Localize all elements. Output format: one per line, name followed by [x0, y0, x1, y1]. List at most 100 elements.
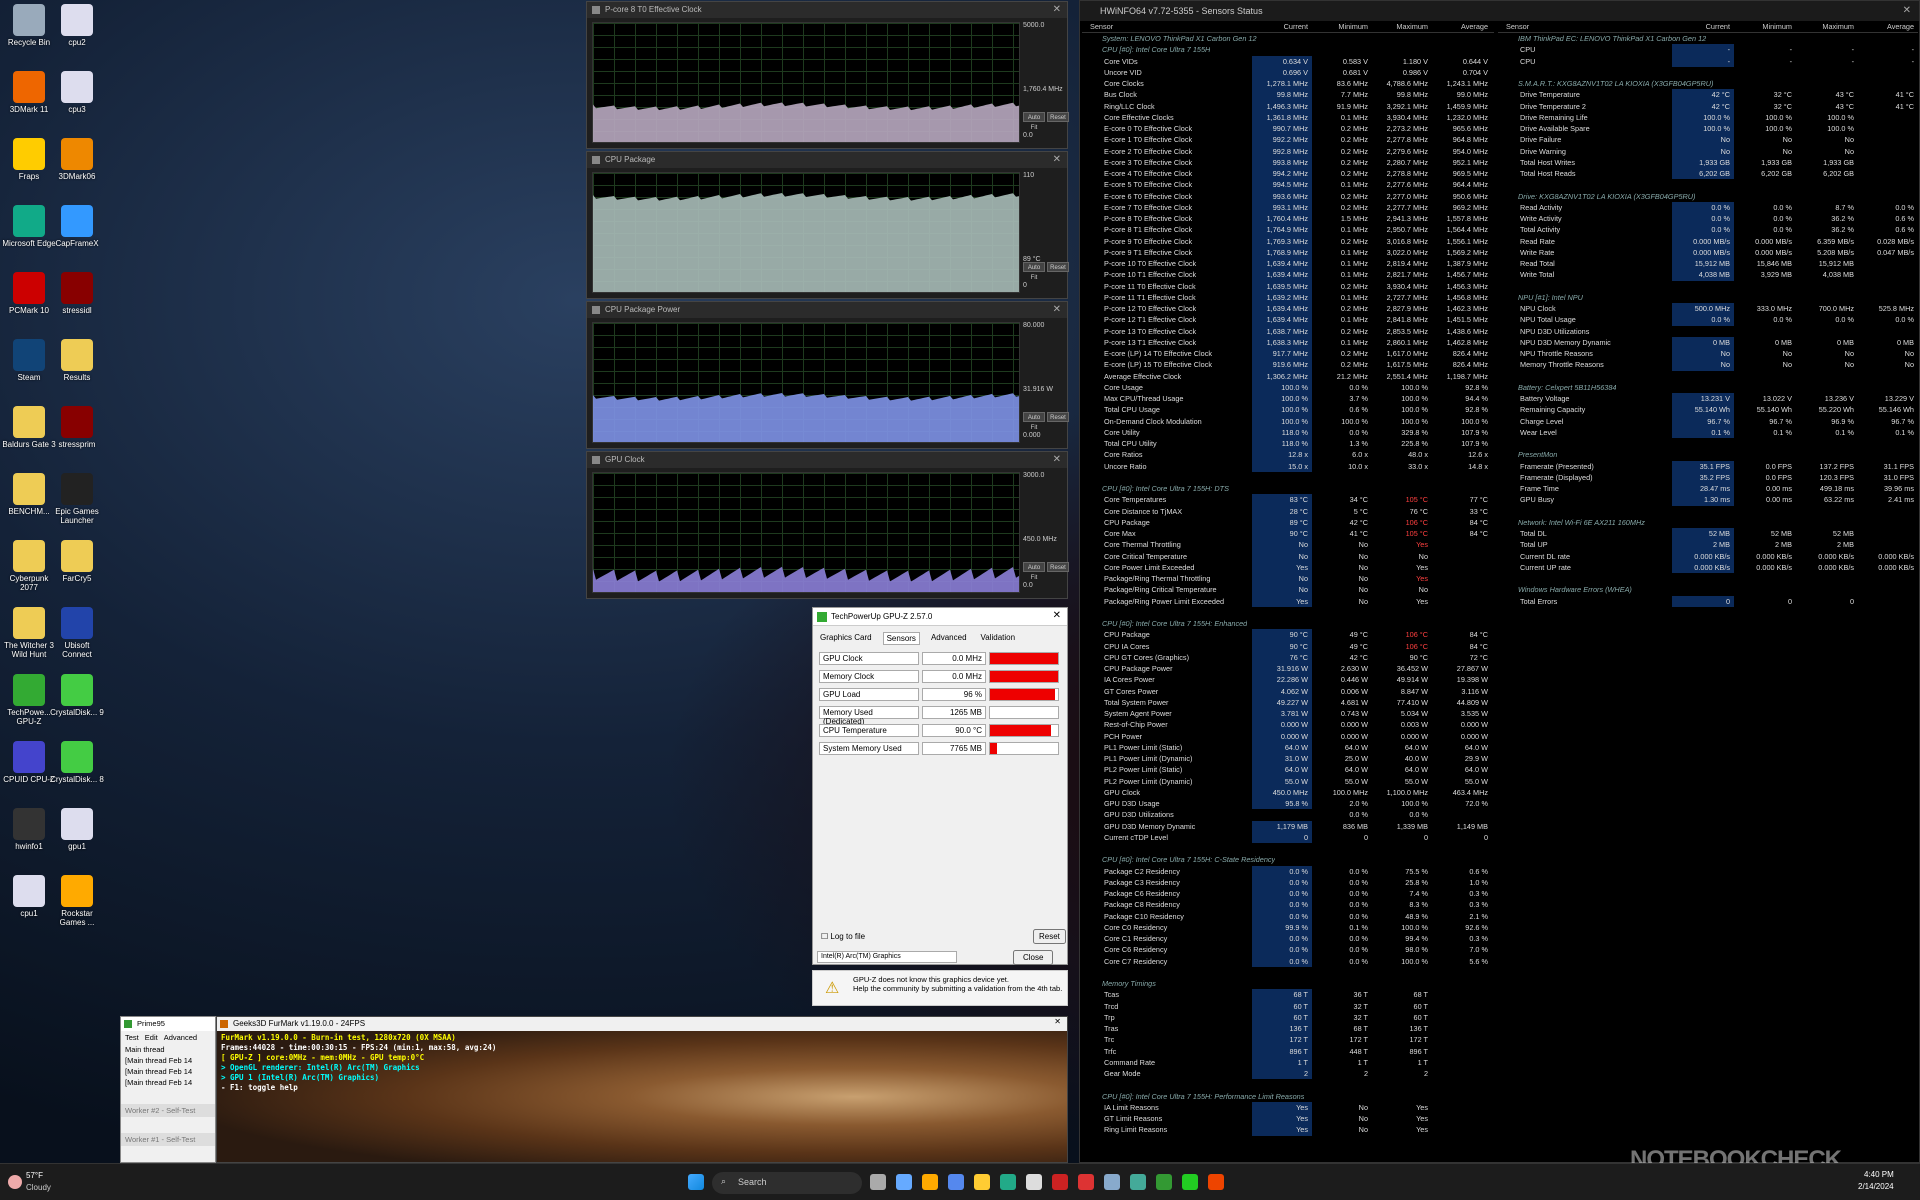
sensor-row[interactable]: Core Ratios 12.8 x 6.0 x 48.0 x 12.6 x — [1082, 449, 1494, 461]
sensor-row[interactable]: Package C2 Residency 0.0 % 0.0 % 75.5 % 0.6 … — [1082, 865, 1494, 877]
tab-sensors[interactable]: Sensors — [882, 632, 920, 645]
sensor-row[interactable] — [1498, 506, 1918, 517]
sensor-row[interactable]: Command Rate 1 T 1 T 1 T — [1082, 1056, 1494, 1068]
sensor-row[interactable]: Framerate (Presented) 35.1 FPS 0.0 FPS 137.… — [1498, 460, 1918, 472]
sensor-row[interactable]: CPU - - - - — [1498, 44, 1918, 56]
sensor-row[interactable]: Drive Remaining Life 100.0 % 100.0 % 100.0 … — [1498, 111, 1918, 123]
sensor-row[interactable]: Trfc 896 T 448 T 896 T — [1082, 1045, 1494, 1057]
desktop-icon[interactable]: Rockstar Games ... — [50, 875, 104, 927]
tab-graphics-card[interactable]: Graphics Card — [817, 632, 875, 645]
sensor-row[interactable] — [1498, 573, 1918, 584]
reset-button[interactable]: Reset — [1033, 929, 1066, 944]
column-header[interactable]: Sensor — [1082, 21, 1252, 32]
sensor-row[interactable]: E-core 2 T0 Effective Clock 992.8 MHz 0.2 … — [1082, 145, 1494, 157]
sensor-row[interactable]: Network: Intel Wi-Fi 6E AX211 160MHz — [1498, 517, 1918, 528]
sensor-row[interactable]: Tcas 68 T 36 T 68 T — [1082, 989, 1494, 1001]
sensor-row[interactable]: Package C10 Residency 0.0 % 0.0 % 48.9 % 2.1… — [1082, 910, 1494, 922]
sensor-row[interactable]: Total DL 52 MB 52 MB 52 MB — [1498, 528, 1918, 540]
sensor-row[interactable]: P-core 10 T1 Effective Clock 1,639.4 MHz 0… — [1082, 269, 1494, 281]
prime95-line[interactable]: [Main thread Feb 14 — [121, 1055, 215, 1066]
graph-window[interactable]: CPU Package Power ✕ 80.000 31.916 W 0.000 Aut… — [586, 301, 1069, 449]
sensor-row[interactable]: Drive: KXG8AZNV1T02 LA KIOXIA (X3GFB04GP… — [1498, 191, 1918, 202]
desktop-icon[interactable]: Ubisoft Connect — [50, 607, 104, 659]
sensor-row[interactable]: Average Effective Clock 1,306.2 MHz 21.2 M… — [1082, 370, 1494, 382]
sensor-row[interactable]: NPU [#1]: Intel NPU — [1498, 292, 1918, 303]
sensor-row[interactable]: Read Total 15,912 MB 15,846 MB 15,912 MB — [1498, 258, 1918, 270]
sensor-row[interactable]: Total System Power 49.227 W 4.681 W 77.410 … — [1082, 696, 1494, 708]
column-header[interactable]: Sensor — [1498, 21, 1672, 32]
sensor-row[interactable] — [1498, 371, 1918, 382]
sensor-row[interactable]: Uncore VID 0.696 V 0.681 V 0.986 V 0.704 V — [1082, 66, 1494, 78]
desktop-icon[interactable]: CapFrameX — [50, 205, 104, 248]
column-header[interactable]: Maximum — [1372, 21, 1432, 32]
desktop-icon[interactable]: Cyberpunk 2077 — [2, 540, 56, 592]
sensor-row[interactable]: Package C6 Residency 0.0 % 0.0 % 7.4 % 0.3 % — [1082, 888, 1494, 900]
taskbar-app-icon[interactable] — [974, 1174, 990, 1190]
sensor-row[interactable]: Remaining Capacity 55.140 Wh 55.140 Wh 55.2… — [1498, 404, 1918, 416]
sensor-row[interactable]: Battery: Celxpert 5B11H56384 — [1498, 382, 1918, 393]
sensor-row[interactable]: E-core 1 T0 Effective Clock 992.2 MHz 0.2 … — [1082, 134, 1494, 146]
taskbar-app-icon[interactable] — [1156, 1174, 1172, 1190]
sensor-row[interactable]: Memory Timings — [1082, 978, 1494, 989]
sensor-row[interactable]: P-core 13 T1 Effective Clock 1,638.3 MHz 0… — [1082, 336, 1494, 348]
sensor-row[interactable]: Core C0 Residency 99.9 % 0.1 % 100.0 % 92.6 … — [1082, 921, 1494, 933]
desktop-icon[interactable]: BENCHM... — [2, 473, 56, 516]
sensor-row[interactable]: IA Limit Reasons Yes No Yes — [1082, 1101, 1494, 1113]
sensor-row[interactable]: CPU [#0]: Intel Core Ultra 7 155H: Perfo… — [1082, 1091, 1494, 1102]
desktop-icon[interactable]: cpu1 — [2, 875, 56, 918]
auto-fit-button[interactable]: Auto Fit — [1023, 562, 1045, 581]
hwinfo-left-pane[interactable]: Sensor Current Minimum Maximum Average System… — [1082, 21, 1494, 1136]
prime95-line[interactable]: [Main thread Feb 14 — [121, 1066, 215, 1077]
sensor-row[interactable]: Total Activity 0.0 % 0.0 % 36.2 % 0.6 % — [1498, 224, 1918, 236]
sensor-row[interactable]: Write Activity 0.0 % 0.0 % 36.2 % 0.6 % — [1498, 213, 1918, 225]
sensor-row[interactable]: Uncore Ratio 15.0 x 10.0 x 33.0 x 14.8 x — [1082, 460, 1494, 472]
device-select[interactable]: Intel(R) Arc(TM) Graphics — [817, 951, 957, 963]
desktop-icon[interactable]: Recycle Bin — [2, 4, 56, 47]
reset-button[interactable]: Reset — [1047, 262, 1069, 272]
sensor-row[interactable]: P-core 8 T0 Effective Clock 1,760.4 MHz 1.… — [1082, 213, 1494, 225]
sensor-row[interactable] — [1082, 607, 1494, 618]
sensor-row[interactable]: Tras 136 T 68 T 136 T — [1082, 1023, 1494, 1035]
sensor-row[interactable]: P-core 9 T0 Effective Clock 1,769.3 MHz 0.… — [1082, 235, 1494, 247]
sensor-row[interactable]: P-core 11 T0 Effective Clock 1,639.5 MHz 0… — [1082, 280, 1494, 292]
desktop-icon[interactable]: 3DMark 11 — [2, 71, 56, 114]
sensor-row[interactable]: Total UP 2 MB 2 MB 2 MB — [1498, 539, 1918, 551]
sensor-row[interactable]: GPU Clock 450.0 MHz 100.0 MHz 1,100.0 MHz 46… — [1082, 786, 1494, 798]
sensor-row[interactable]: P-core 13 T0 Effective Clock 1,638.7 MHz 0… — [1082, 325, 1494, 337]
column-header[interactable]: Average — [1858, 21, 1918, 32]
sensor-row[interactable]: Rest-of-Chip Power 0.000 W 0.000 W 0.003 W 0… — [1082, 719, 1494, 731]
hwinfo-window[interactable]: HWiNFO64 v7.72-5355 - Sensors Status ✕ S… — [1079, 0, 1920, 1163]
taskbar-app-icon[interactable] — [1000, 1174, 1016, 1190]
sensor-row[interactable]: Gear Mode 2 2 2 — [1082, 1068, 1494, 1080]
sensor-row[interactable] — [1498, 281, 1918, 292]
sensor-row[interactable]: GPU Busy 1.30 ms 0.00 ms 63.22 ms 2.41 ms — [1498, 494, 1918, 506]
sensor-row[interactable]: Core Temperatures 83 °C 34 °C 105 °C 77 °C — [1082, 494, 1494, 506]
sensor-row[interactable]: PresentMon — [1498, 449, 1918, 460]
desktop-icon[interactable]: Epic Games Launcher — [50, 473, 104, 525]
sensor-row[interactable]: PL1 Power Limit (Static) 64.0 W 64.0 W 64.0… — [1082, 741, 1494, 753]
sensor-row[interactable]: Battery Voltage 13.231 V 13.022 V 13.236 V 1… — [1498, 393, 1918, 405]
gpuz-window[interactable]: TechPowerUp GPU-Z 2.57.0 ✕ Graphics Card… — [812, 607, 1068, 965]
sensor-row[interactable] — [1082, 1079, 1494, 1090]
sensor-row[interactable]: P-core 8 T1 Effective Clock 1,764.9 MHz 0.… — [1082, 224, 1494, 236]
sensor-row[interactable]: Ring/LLC Clock 1,496.3 MHz 91.9 MHz 3,292.1… — [1082, 100, 1494, 112]
sensor-row[interactable]: Core C6 Residency 0.0 % 0.0 % 98.0 % 7.0 % — [1082, 944, 1494, 956]
sensor-row[interactable]: Drive Warning No No No — [1498, 145, 1918, 157]
sensor-row[interactable]: E-core 6 T0 Effective Clock 993.6 MHz 0.2 … — [1082, 190, 1494, 202]
sensor-row[interactable] — [1082, 967, 1494, 978]
sensor-row[interactable]: Total Errors 0 0 0 — [1498, 595, 1918, 607]
sensor-row[interactable]: Trp 60 T 32 T 60 T — [1082, 1011, 1494, 1023]
taskbar-app-icon[interactable] — [1130, 1174, 1146, 1190]
sensor-row[interactable]: Windows Hardware Errors (WHEA) — [1498, 584, 1918, 595]
desktop-icon[interactable]: 3DMark06 — [50, 138, 104, 181]
sensor-row[interactable]: CPU - - - - — [1498, 55, 1918, 67]
desktop-icon[interactable]: cpu3 — [50, 71, 104, 114]
sensor-row[interactable]: Memory Throttle Reasons No No No No — [1498, 359, 1918, 371]
sensor-row[interactable]: GT Limit Reasons Yes No Yes — [1082, 1113, 1494, 1125]
desktop-icon[interactable]: CPUID CPU-Z — [2, 741, 56, 784]
sensor-row[interactable]: Read Activity 0.0 % 0.0 % 8.7 % 0.0 % — [1498, 201, 1918, 213]
sensor-row[interactable]: GPU D3D Usage 95.8 % 2.0 % 100.0 % 72.0 % — [1082, 798, 1494, 810]
sensor-row[interactable]: NPU Clock 500.0 MHz 333.0 MHz 700.0 MHz 525.… — [1498, 303, 1918, 315]
column-header[interactable]: Current — [1672, 21, 1734, 32]
sensor-row[interactable]: GPU D3D Memory Dynamic 1,179 MB 836 MB 1,33… — [1082, 820, 1494, 832]
